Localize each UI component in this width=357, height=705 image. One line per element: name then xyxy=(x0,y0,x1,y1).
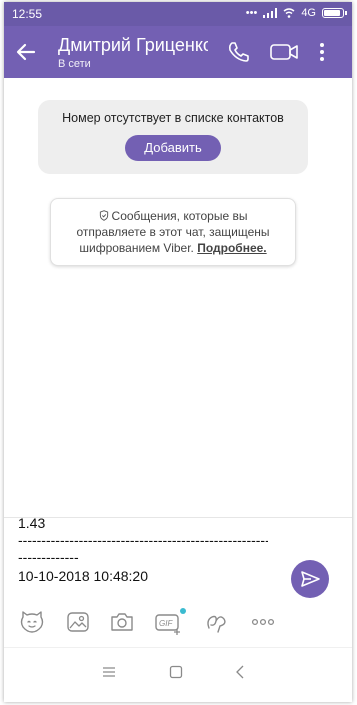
battery-fill xyxy=(324,10,340,16)
gif-icon[interactable]: GIF xyxy=(154,608,182,636)
battery-icon xyxy=(322,8,347,18)
arrow-left-icon[interactable] xyxy=(14,40,38,64)
back-icon[interactable] xyxy=(232,663,250,681)
more-horizontal-icon[interactable] xyxy=(248,608,278,636)
compose-toolbar: GIF xyxy=(4,602,352,642)
status-time: 12:55 xyxy=(12,7,43,21)
shield-icon xyxy=(99,210,108,221)
input-line-2: ----------------------------------------… xyxy=(18,532,268,548)
send-button[interactable] xyxy=(291,560,329,598)
input-line-4: 10-10-2018 10:48:20 xyxy=(18,568,148,584)
dots-icon: ••• xyxy=(245,7,258,19)
encryption-line-1: Сообщения, которые вы xyxy=(51,208,295,224)
input-line-1: 1.43 xyxy=(18,515,46,531)
send-icon xyxy=(301,571,320,587)
doodle-icon[interactable] xyxy=(202,608,230,636)
network-type: 4G xyxy=(301,7,316,19)
unknown-contact-text: Номер отсутствует в списке контактов xyxy=(62,111,284,125)
home-icon[interactable] xyxy=(167,663,185,681)
gif-new-badge xyxy=(180,608,186,614)
gallery-icon[interactable] xyxy=(64,608,92,636)
status-bar: 12:55 ••• 4G xyxy=(4,2,352,26)
contact-status: В сети xyxy=(58,58,91,70)
status-indicators: ••• 4G xyxy=(245,7,347,19)
encryption-notice: Сообщения, которые вы отправляете в этот… xyxy=(50,198,296,266)
input-line-3: ------------- xyxy=(18,549,79,565)
phone-screen: 12:55 ••• 4G Дмитрий Гриценко В сети Ном… xyxy=(4,2,352,702)
contact-name[interactable]: Дмитрий Гриценко xyxy=(58,35,208,56)
sticker-icon[interactable] xyxy=(18,608,46,636)
more-vertical-icon[interactable] xyxy=(310,38,334,66)
learn-more-link[interactable]: Подробнее. xyxy=(197,241,266,255)
camera-icon[interactable] xyxy=(108,608,136,636)
encryption-line-3: шифрованием Viber. Подробнее. xyxy=(51,240,295,256)
video-camera-icon[interactable] xyxy=(268,38,300,66)
unknown-contact-notice: Номер отсутствует в списке контактов Доб… xyxy=(38,100,308,174)
add-contact-button[interactable]: Добавить xyxy=(125,135,221,161)
phone-icon[interactable] xyxy=(224,38,252,66)
message-input[interactable]: 1.43 -----------------------------------… xyxy=(4,512,284,594)
svg-text:GIF: GIF xyxy=(159,619,173,628)
chat-area[interactable]: Номер отсутствует в списке контактов Доб… xyxy=(4,78,352,518)
encryption-line-2: отправляете в этот чат, защищены xyxy=(76,225,270,239)
wifi-icon xyxy=(283,8,295,18)
signal-icon xyxy=(263,8,278,18)
encryption-text-1: Сообщения, которые вы xyxy=(111,209,248,223)
chat-header: Дмитрий Гриценко В сети xyxy=(4,26,352,78)
encryption-text-3: шифрованием Viber. xyxy=(79,241,198,255)
system-nav-bar xyxy=(4,647,352,702)
menu-icon[interactable] xyxy=(100,663,118,681)
